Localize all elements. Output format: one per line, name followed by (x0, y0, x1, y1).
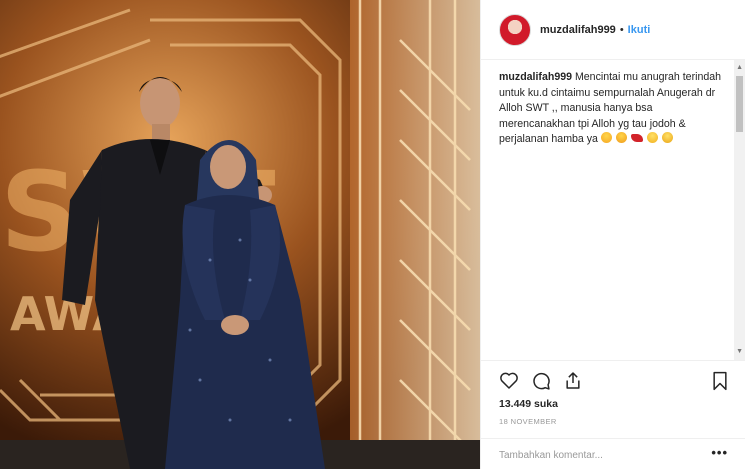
face-kiss-emoji-icon (600, 132, 612, 143)
comment-input[interactable] (499, 447, 699, 463)
likes-count[interactable]: 13.449 suka (499, 398, 558, 410)
photo-illustration: SWT AWAR (0, 0, 480, 469)
smile-emoji-icon (661, 132, 673, 143)
post-photo[interactable]: SWT AWAR (0, 0, 480, 469)
share-icon[interactable] (563, 370, 583, 391)
face-kiss-emoji-icon (615, 132, 627, 143)
scrollbar-thumb[interactable] (736, 76, 743, 132)
bookmark-icon[interactable] (712, 371, 728, 391)
heart-icon[interactable] (499, 371, 519, 390)
post-header: muzdalifah999 • Ikuti (481, 0, 745, 60)
comment-icon[interactable] (531, 371, 551, 391)
comment-bar: ••• (481, 438, 745, 469)
separator-dot: • (619, 23, 624, 36)
more-options-icon[interactable]: ••• (711, 445, 728, 460)
follow-button[interactable]: Ikuti (628, 24, 651, 36)
post-date[interactable]: 18 NOVEMBER (499, 417, 557, 426)
kiss-lips-emoji-icon (630, 134, 643, 142)
caption-emojis (600, 132, 674, 145)
post-side-panel: muzdalifah999 • Ikuti muzdalifah999 Menc… (480, 0, 745, 469)
scroll-down-arrow-icon[interactable]: ▼ (736, 348, 743, 355)
smile-emoji-icon (646, 132, 658, 143)
username-link[interactable]: muzdalifah999 (540, 24, 616, 36)
post-caption: muzdalifah999 Mencintai mu anugrah terin… (499, 70, 731, 148)
avatar[interactable] (499, 13, 531, 46)
caption-username[interactable]: muzdalifah999 (499, 71, 572, 83)
scroll-up-arrow-icon[interactable]: ▲ (736, 64, 743, 71)
